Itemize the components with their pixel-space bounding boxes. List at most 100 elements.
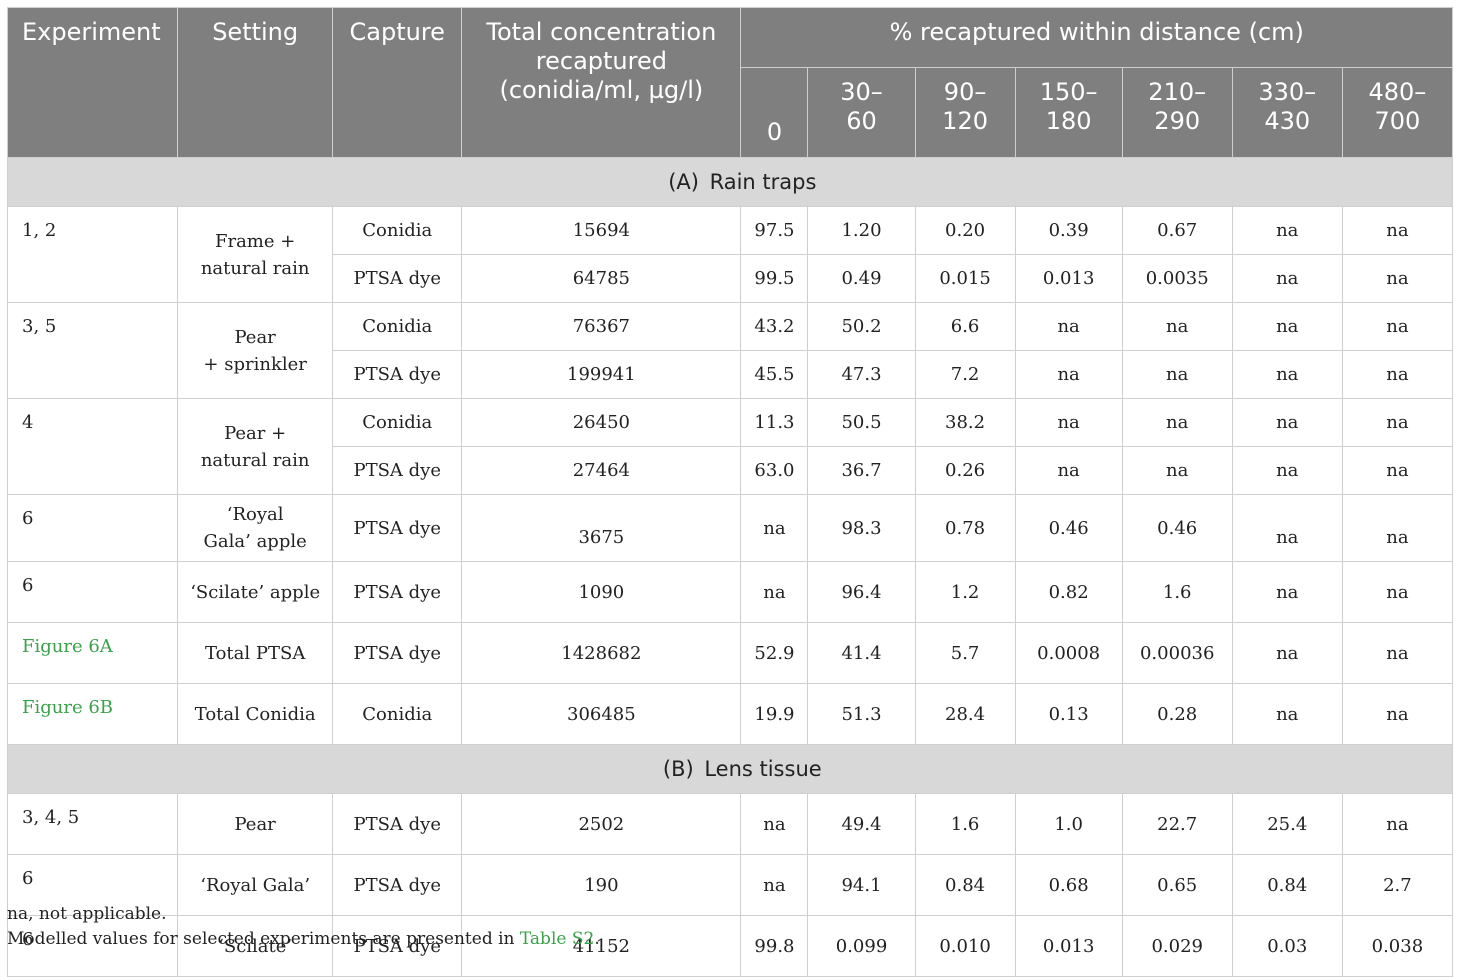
cell-value: na xyxy=(1014,398,1123,447)
cell-total: 1090 xyxy=(461,561,742,623)
cell-value: na xyxy=(1121,302,1233,351)
cell-value: 0.00036 xyxy=(1121,622,1233,684)
cell-capture: Conidia xyxy=(332,398,463,447)
cell-value: 0.013 xyxy=(1014,915,1123,977)
cell-capture: PTSA dye xyxy=(332,793,463,855)
header-distance-210-290: 210– 290 xyxy=(1121,67,1233,158)
cell-value: na xyxy=(1231,350,1343,399)
section-title: Lens tissue xyxy=(704,757,822,781)
cell-value: na xyxy=(1231,398,1343,447)
cell-total: 76367 xyxy=(461,302,742,351)
results-table: Experiment Setting Capture Total concent… xyxy=(6,7,1454,977)
cell-total: 199941 xyxy=(461,350,742,399)
cell-value: na xyxy=(1014,446,1123,495)
header-distance-30-60: 30– 60 xyxy=(807,67,916,158)
cell-value: 0.46 xyxy=(1014,494,1123,562)
cell-setting: Total PTSA xyxy=(177,622,334,684)
cell-total: 64785 xyxy=(461,254,742,303)
cell-value: 0.39 xyxy=(1014,206,1123,255)
cell-value: 0.78 xyxy=(914,494,1016,562)
footnote-na: na, not applicable. xyxy=(7,904,167,924)
header-distance-title: % recaptured within distance (cm) xyxy=(740,7,1453,68)
cell-value: 0.68 xyxy=(1014,854,1123,916)
cell-value: 98.3 xyxy=(807,494,916,562)
cell-capture: PTSA dye xyxy=(332,254,463,303)
cell-value: 96.4 xyxy=(807,561,916,623)
cell-experiment: 4 xyxy=(6,398,179,495)
cell-value: 41.4 xyxy=(807,622,916,684)
cell-experiment: 6 xyxy=(6,494,179,562)
table-row: 6 ‘Scilate’ apple PTSA dye 1090 na 96.4 … xyxy=(6,561,1454,623)
cell-value: 5.7 xyxy=(914,622,1016,684)
cell-total: 2502 xyxy=(461,793,742,855)
figure-6a-link[interactable]: Figure 6A xyxy=(6,622,179,684)
cell-value: na xyxy=(1231,561,1343,623)
cell-value: na xyxy=(1014,302,1123,351)
cell-value: 1.2 xyxy=(914,561,1016,623)
cell-value: 1.0 xyxy=(1014,793,1123,855)
cell-value: na xyxy=(740,793,809,855)
cell-value: 0.0035 xyxy=(1121,254,1233,303)
cell-experiment: 3, 4, 5 xyxy=(6,793,179,855)
cell-value: na xyxy=(1231,446,1343,495)
header-total-line: Total concentration xyxy=(486,18,717,46)
cell-value: na xyxy=(1341,398,1454,447)
section-letter: (A) xyxy=(668,170,699,194)
cell-setting: Pear + sprinkler xyxy=(177,302,334,399)
cell-value: 50.2 xyxy=(807,302,916,351)
cell-value: 11.3 xyxy=(740,398,809,447)
cell-value: 94.1 xyxy=(807,854,916,916)
cell-value: 49.4 xyxy=(807,793,916,855)
cell-total: 27464 xyxy=(461,446,742,495)
section-title: Rain traps xyxy=(709,170,817,194)
cell-value: na xyxy=(740,494,809,562)
cell-value: 0.46 xyxy=(1121,494,1233,562)
cell-value: 0.26 xyxy=(914,446,1016,495)
cell-value: na xyxy=(1231,494,1343,562)
cell-value: 0.013 xyxy=(1014,254,1123,303)
figure-6b-link[interactable]: Figure 6B xyxy=(6,683,179,745)
section-letter: (B) xyxy=(662,757,694,781)
cell-value: 0.65 xyxy=(1121,854,1233,916)
cell-setting: ‘Scilate’ apple xyxy=(177,561,334,623)
cell-value: 28.4 xyxy=(914,683,1016,745)
cell-value: 25.4 xyxy=(1231,793,1343,855)
table-row: 4 Pear + natural rain Conidia 26450 11.3 … xyxy=(6,398,1454,495)
cell-value: na xyxy=(1231,302,1343,351)
cell-total: 306485 xyxy=(461,683,742,745)
cell-value: 0.029 xyxy=(1121,915,1233,977)
cell-value: na xyxy=(1014,350,1123,399)
cell-capture: Conidia xyxy=(332,683,463,745)
cell-value: 99.8 xyxy=(740,915,809,977)
cell-value: na xyxy=(1341,561,1454,623)
cell-value: 47.3 xyxy=(807,350,916,399)
cell-value: 19.9 xyxy=(740,683,809,745)
header-distance-330-430: 330– 430 xyxy=(1231,67,1343,158)
table-row: Figure 6A Total PTSA PTSA dye 1428682 52… xyxy=(6,622,1454,684)
cell-setting: Pear + natural rain xyxy=(177,398,334,495)
cell-value: na xyxy=(1231,206,1343,255)
cell-value: 1.6 xyxy=(1121,561,1233,623)
cell-value: 0.28 xyxy=(1121,683,1233,745)
table-row: 3, 5 Pear + sprinkler Conidia 76367 43.2 … xyxy=(6,302,1454,399)
cell-value: 0.67 xyxy=(1121,206,1233,255)
cell-value: 36.7 xyxy=(807,446,916,495)
cell-value: na xyxy=(1231,254,1343,303)
cell-value: na xyxy=(1341,494,1454,562)
cell-capture: Conidia xyxy=(332,206,463,255)
cell-value: na xyxy=(1121,446,1233,495)
cell-value: na xyxy=(740,561,809,623)
cell-value: 52.9 xyxy=(740,622,809,684)
header-distance-150-180: 150– 180 xyxy=(1014,67,1123,158)
cell-capture: PTSA dye xyxy=(332,561,463,623)
cell-capture: PTSA dye xyxy=(332,446,463,495)
cell-value: 1.20 xyxy=(807,206,916,255)
footnote-modelled: Modelled values for selected experiments… xyxy=(7,929,600,949)
cell-value: 0.84 xyxy=(1231,854,1343,916)
section-lens-tissue: (B) Lens tissue xyxy=(7,744,1453,794)
cell-value: 0.84 xyxy=(914,854,1016,916)
header-capture: Capture xyxy=(332,7,463,158)
cell-value: 2.7 xyxy=(1341,854,1454,916)
table-s2-link[interactable]: Table S2 xyxy=(520,929,594,949)
cell-experiment: 6 xyxy=(6,561,179,623)
